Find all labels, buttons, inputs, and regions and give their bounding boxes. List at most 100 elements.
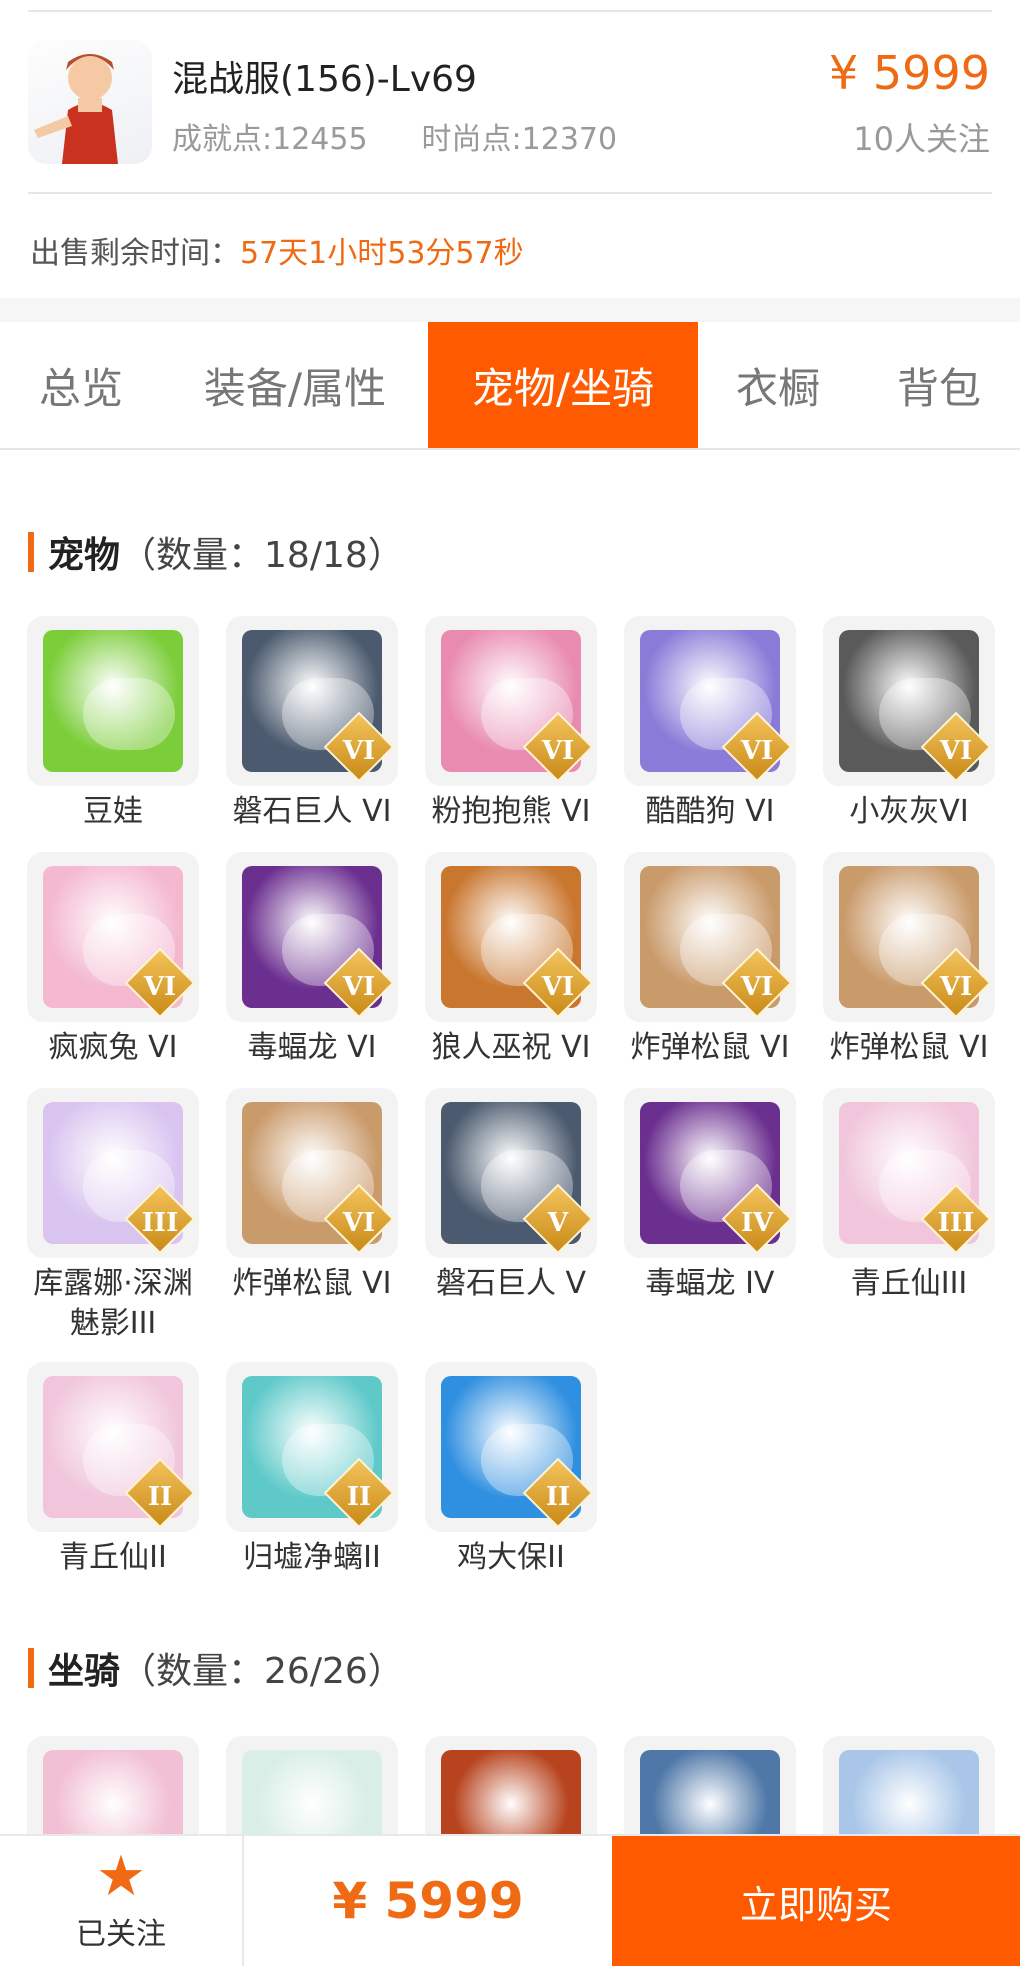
section-gap [0,298,1020,322]
mount-card[interactable] [823,1736,995,1836]
tier-badge-text: VI [541,972,575,1002]
pet-card[interactable]: VI 酷酷狗 VI [624,616,796,832]
mount-portrait-icon [441,1750,581,1836]
pet-thumbnail: III [27,1088,199,1258]
pet-card[interactable]: VI 炸弹松鼠 VI [823,852,995,1068]
pet-card[interactable]: V 磐石巨人 V [425,1088,597,1304]
pet-card[interactable]: III 青丘仙III [823,1088,995,1304]
pet-thumbnail: VI [27,852,199,1022]
pet-thumbnail: II [425,1362,597,1532]
tier-badge-text: VI [939,972,973,1002]
pet-thumbnail: VI [823,616,995,786]
pet-thumbnail: VI [226,616,398,786]
pet-thumbnail: IV [624,1088,796,1258]
pet-card[interactable]: VI 炸弹松鼠 VI [226,1088,398,1304]
pet-thumbnail: II [27,1362,199,1532]
pet-card[interactable]: II 青丘仙II [27,1362,199,1578]
tier-badge-text: IV [740,1208,774,1238]
pet-name: 炸弹松鼠 VI [829,1030,989,1065]
pet-name: 酷酷狗 VI [645,794,775,829]
buy-now-button[interactable]: 立即购买 [612,1836,1020,1966]
pet-thumbnail: II [226,1362,398,1532]
mount-portrait-icon [839,1750,979,1836]
mount-card[interactable] [624,1736,796,1836]
tab-backpack[interactable]: 背包 [858,322,1020,448]
pet-thumbnail: VI [226,1088,398,1258]
section-count: （数量：26/26） [120,1651,404,1692]
mount-card[interactable] [27,1736,199,1836]
tab-overview[interactable]: 总览 [0,322,162,448]
pet-name: 磐石巨人 VI [232,794,392,829]
pet-portrait-icon [43,630,183,772]
pet-card[interactable]: VI 炸弹松鼠 VI [624,852,796,1068]
section-marker [28,1648,34,1688]
mount-portrait-icon [43,1750,183,1836]
pet-name: 狼人巫祝 VI [431,1030,591,1065]
pet-name: 青丘仙II [59,1540,167,1575]
mount-card[interactable] [226,1736,398,1836]
tier-badge-text: VI [939,736,973,766]
player-stats: 成就点:12455 时尚点:12370 [172,114,617,158]
tier-badge-text: VI [342,1208,376,1238]
pet-card[interactable]: 豆娃 [27,616,199,832]
tier-badge-text: II [147,1482,173,1512]
mount-portrait-icon [640,1750,780,1836]
pet-card[interactable]: III 库露娜·深渊魅影III [27,1088,199,1344]
pet-thumbnail: VI [624,852,796,1022]
pet-card[interactable]: VI 粉抱抱熊 VI [425,616,597,832]
bottom-action-bar: ★ 已关注 ¥ 5999 立即购买 [0,1834,1020,1966]
pet-thumbnail: VI [226,852,398,1022]
pet-name: 炸弹松鼠 VI [232,1266,392,1301]
star-icon: ★ [95,1844,147,1909]
pet-face-icon [83,678,175,750]
pet-name: 磐石巨人 V [435,1266,587,1301]
pet-name: 疯疯兔 VI [48,1030,178,1065]
pet-card[interactable]: VI 疯疯兔 VI [27,852,199,1068]
pet-thumbnail: III [823,1088,995,1258]
pet-name: 鸡大保II [457,1540,565,1575]
mounts-section-title: 坐骑 （数量：26/26） [28,1642,404,1694]
pet-name: 粉抱抱熊 VI [431,794,591,829]
remaining-label: 出售剩余时间： [30,236,240,271]
follow-button[interactable]: ★ 已关注 [0,1836,244,1966]
tab-equipment[interactable]: 装备/属性 [162,322,428,448]
pet-card[interactable]: II 归墟净螭II [226,1362,398,1578]
tier-badge-text: II [545,1482,571,1512]
pet-card[interactable]: VI 毒蝠龙 VI [226,852,398,1068]
detail-tabs: 总览 装备/属性 宠物/坐骑 衣橱 背包 [0,322,1020,450]
pet-thumbnail [27,616,199,786]
pet-card[interactable]: VI 小灰灰VI [823,616,995,832]
server-level: 混战服(156)-Lv69 [172,59,477,100]
tier-badge-text: VI [342,736,376,766]
tier-badge-text: VI [541,736,575,766]
pet-card[interactable]: IV 毒蝠龙 IV [624,1088,796,1304]
tab-pets-mounts[interactable]: 宠物/坐骑 [428,322,698,448]
sale-remaining-time: 出售剩余时间：57天1小时53分57秒 [30,228,524,272]
pets-section-title: 宠物 （数量：18/18） [28,526,404,578]
fashion-points: 时尚点:12370 [421,122,618,157]
listing-price: ¥ 5999 [829,46,990,100]
pet-name: 归墟净螭II [243,1540,381,1575]
achievement-points: 成就点:12455 [172,122,368,157]
tab-wardrobe[interactable]: 衣橱 [698,322,858,448]
section-name: 宠物 [48,535,121,576]
pet-thumbnail: V [425,1088,597,1258]
follow-label: 已关注 [76,1917,166,1952]
pet-name: 豆娃 [83,794,143,829]
pet-name: 库露娜·深渊魅影III [33,1266,193,1341]
follower-count: 10人关注 [853,120,990,158]
pet-card[interactable]: II 鸡大保II [425,1362,597,1578]
mount-grid [27,1736,995,1836]
tier-badge-text: VI [740,972,774,1002]
character-avatar[interactable] [28,40,152,164]
pet-card[interactable]: VI 狼人巫祝 VI [425,852,597,1068]
bottom-price: ¥ 5999 [332,1872,524,1930]
mount-card[interactable] [425,1736,597,1836]
tier-badge-text: V [547,1208,569,1238]
tier-badge-text: VI [740,736,774,766]
pet-name: 毒蝠龙 IV [645,1266,775,1301]
pet-name: 毒蝠龙 VI [247,1030,377,1065]
tier-badge-text: VI [342,972,376,1002]
pet-card[interactable]: VI 磐石巨人 VI [226,616,398,832]
remaining-value: 57天1小时53分57秒 [240,236,524,271]
